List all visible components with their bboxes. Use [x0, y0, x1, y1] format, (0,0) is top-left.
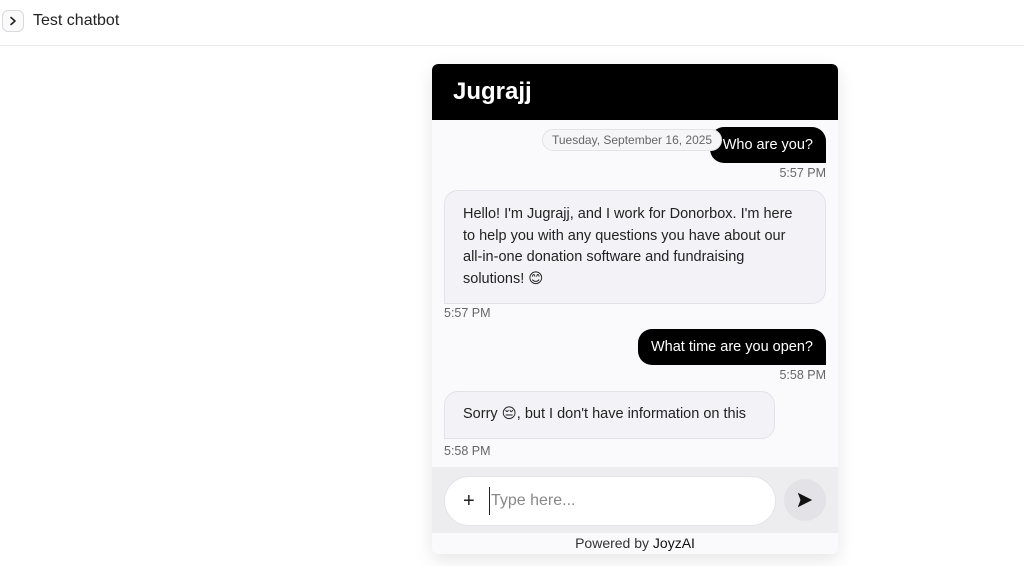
message-time: 5:58 PM [779, 368, 826, 382]
chat-widget: Jugrajj Who are you? Tuesday, September … [432, 64, 838, 554]
send-button[interactable] [784, 479, 826, 521]
chevron-right-icon[interactable] [2, 10, 24, 32]
message-time: 5:57 PM [444, 306, 491, 320]
user-message: Who are you? [709, 127, 826, 163]
bot-name: Jugrajj [453, 78, 532, 105]
user-message: What time are you open? [637, 329, 826, 365]
bot-message: Sorry 😔, but I don't have information on… [444, 391, 775, 439]
chat-header: Jugrajj [432, 64, 838, 120]
bot-message: Hello! I'm Jugrajj, and I work for Donor… [444, 190, 826, 304]
date-separator: Tuesday, September 16, 2025 [542, 129, 723, 151]
footer-prefix: Powered by [575, 535, 650, 551]
message-time: 5:58 PM [444, 444, 491, 458]
top-bar: Test chatbot [0, 0, 1024, 46]
composer: + [432, 467, 838, 533]
send-icon [797, 492, 813, 508]
page-title: Test chatbot [33, 12, 120, 29]
footer-brand-link[interactable]: JoyzAI [653, 535, 695, 551]
message-input[interactable] [489, 487, 759, 515]
message-input-container[interactable]: + [444, 476, 776, 526]
powered-by-footer: Powered by JoyzAI [432, 533, 838, 554]
plus-icon[interactable]: + [463, 489, 475, 513]
message-list[interactable]: Who are you? Tuesday, September 16, 2025… [432, 120, 838, 467]
message-time: 5:57 PM [779, 166, 826, 180]
